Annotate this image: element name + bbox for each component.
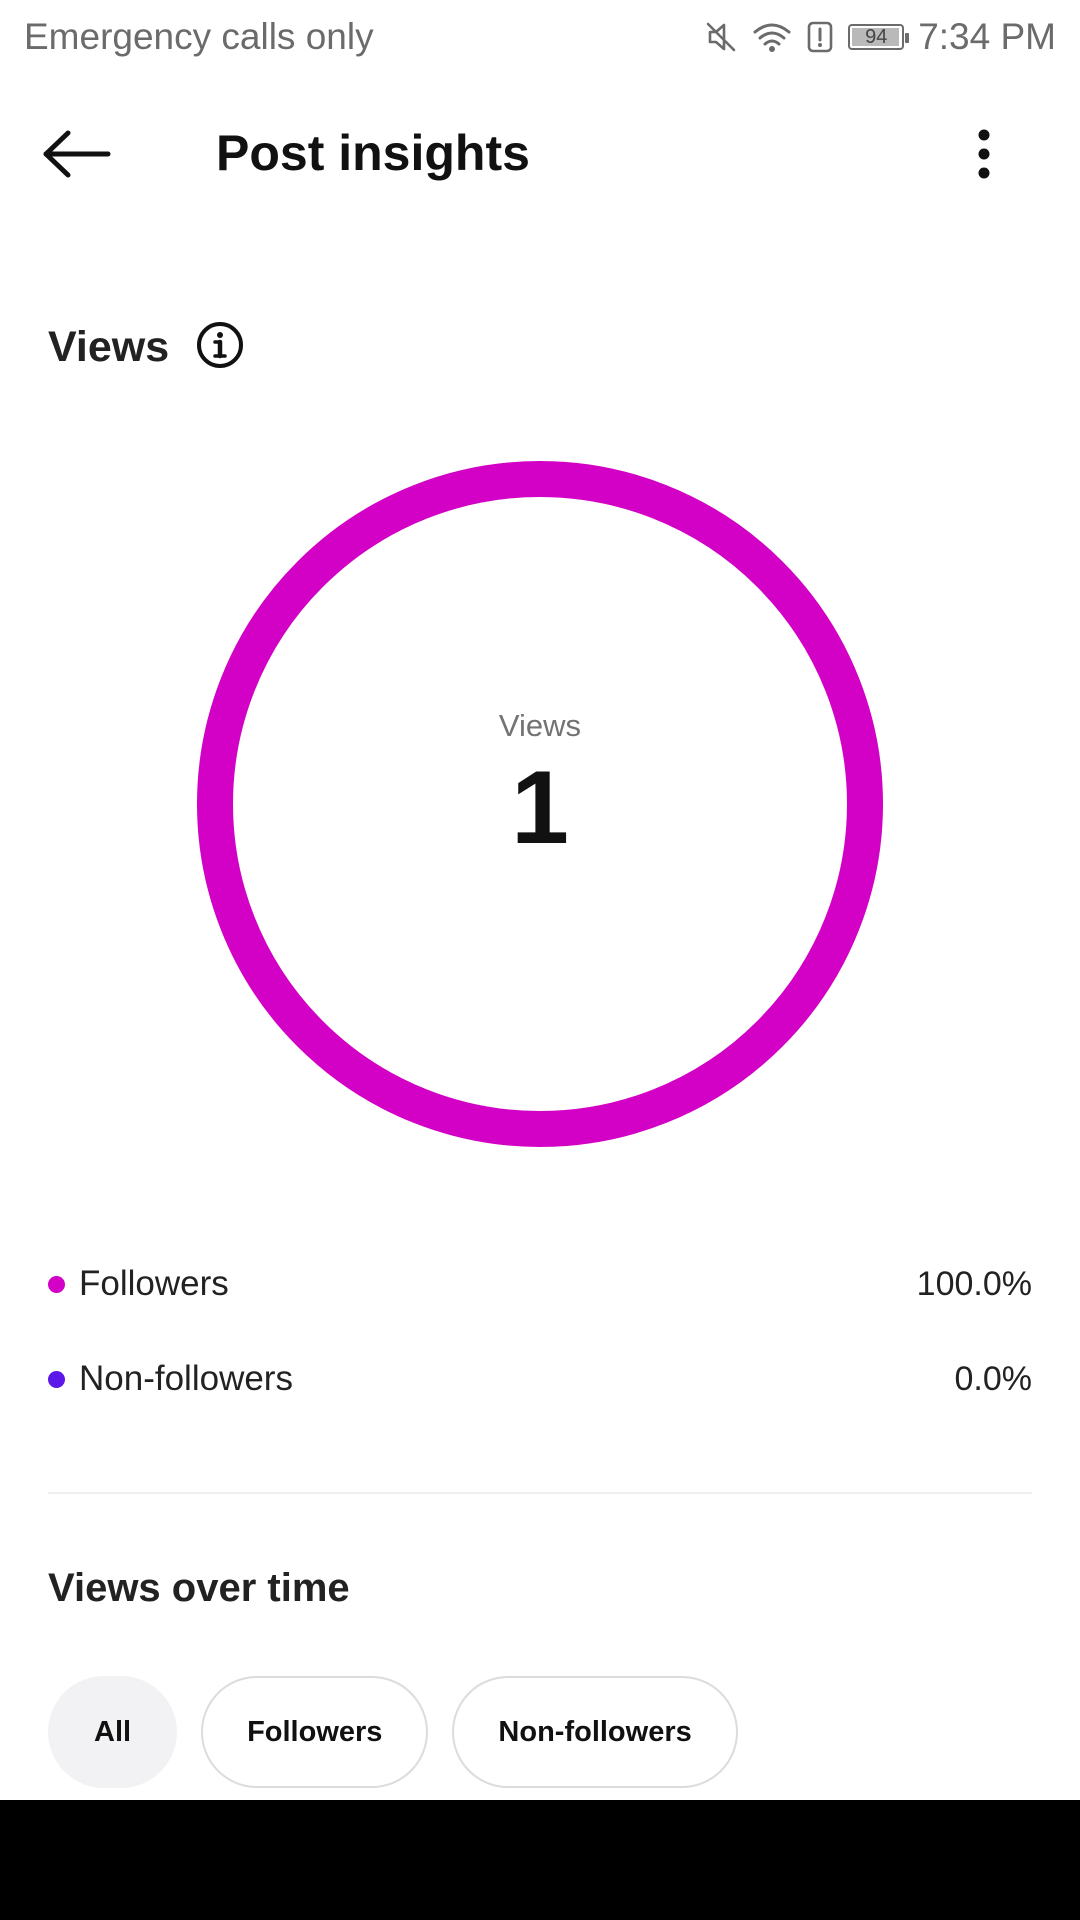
back-button[interactable]: [40, 122, 130, 190]
carrier-text: Emergency calls only: [24, 16, 374, 57]
donut-center-value: 1: [511, 750, 569, 866]
legend-left: Non-followers: [48, 1359, 293, 1399]
legend-row-non-followers: Non-followers 0.0%: [48, 1349, 1032, 1409]
legend-dot-followers: [48, 1275, 65, 1293]
battery-level: 94: [865, 26, 888, 48]
filter-chip-followers[interactable]: Followers: [201, 1676, 429, 1788]
battery-icon: 94: [848, 24, 910, 50]
info-icon: [196, 321, 244, 374]
views-over-time-heading: Views over time: [48, 1566, 350, 1610]
donut-center-label: Views: [498, 708, 582, 743]
filter-chips: All Followers Non-followers: [48, 1676, 738, 1788]
section-divider: [48, 1492, 1032, 1494]
legend-value-followers: 100.0%: [916, 1264, 1032, 1303]
legend-label-followers: Followers: [79, 1264, 229, 1303]
filter-chip-all[interactable]: All: [48, 1676, 178, 1788]
legend-dot-non-followers: [48, 1370, 65, 1388]
views-section-heading: Views: [48, 321, 245, 374]
info-button[interactable]: [195, 321, 245, 374]
legend-label-non-followers: Non-followers: [79, 1359, 293, 1398]
more-vertical-icon: [977, 129, 991, 184]
filter-chip-non-followers[interactable]: Non-followers: [452, 1676, 738, 1788]
views-donut-chart: Views 1: [196, 460, 884, 1148]
wifi-icon: [752, 20, 792, 54]
system-nav-bar: [0, 1800, 1080, 1920]
screen: Emergency calls only 94 7:34 PM Post ins…: [0, 0, 1080, 1920]
arrow-left-icon: [40, 128, 112, 185]
status-bar: Emergency calls only 94 7:34 PM: [0, 0, 1080, 74]
status-time: 7:34 PM: [918, 16, 1056, 57]
mute-icon: [704, 20, 738, 54]
page-title: Post insights: [216, 125, 530, 181]
app-header: Post insights: [0, 100, 1080, 212]
more-options-button[interactable]: [960, 128, 1008, 184]
legend-value-non-followers: 0.0%: [954, 1359, 1033, 1398]
legend-left: Followers: [48, 1264, 229, 1304]
alert-icon: [806, 20, 834, 54]
donut-center: Views 1: [196, 460, 884, 1148]
status-icons: 94 7:34 PM: [704, 16, 1056, 58]
legend-row-followers: Followers 100.0%: [48, 1254, 1032, 1314]
views-heading: Views: [48, 322, 170, 371]
